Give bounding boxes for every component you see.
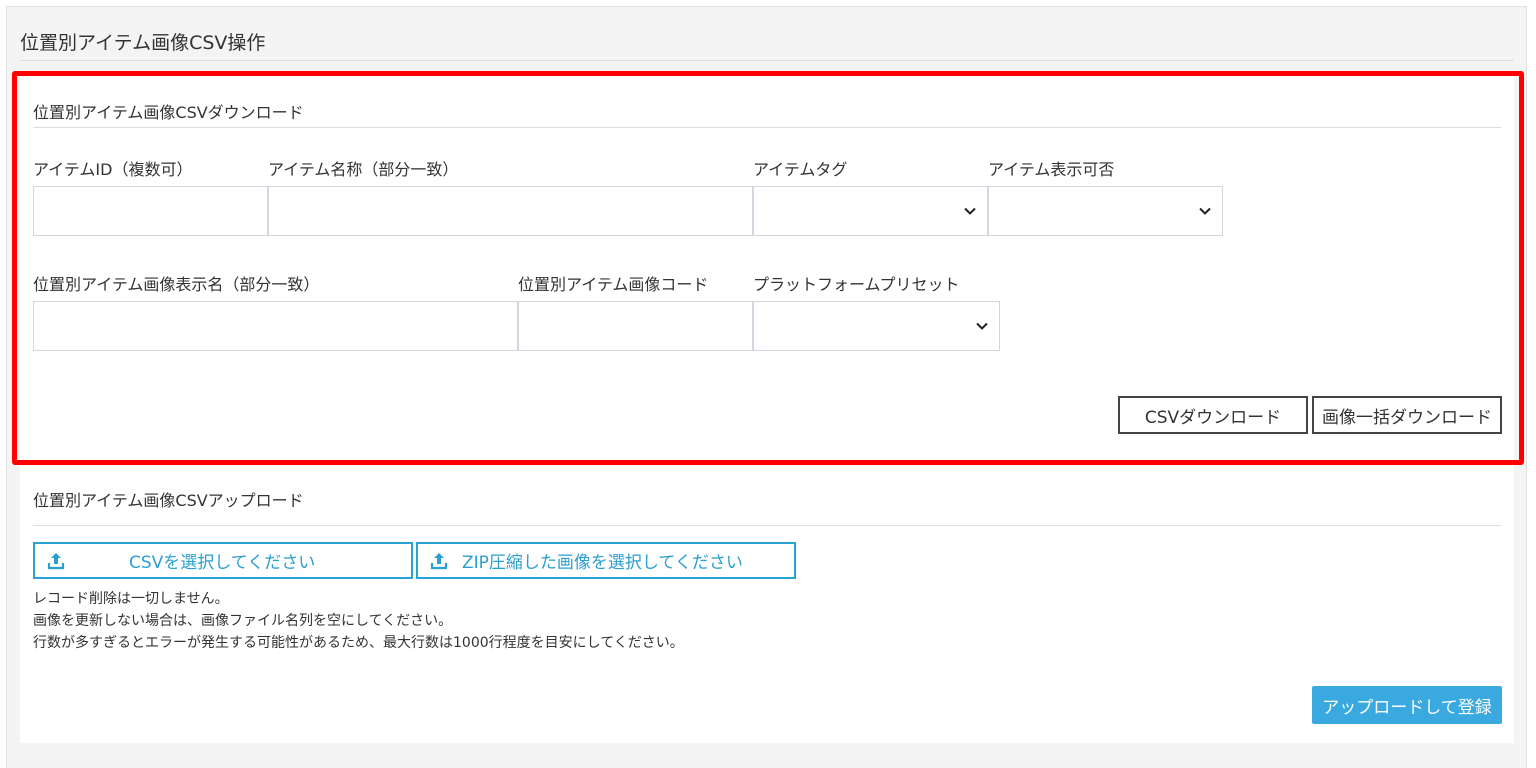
select-zip-label: ZIP圧縮した画像を選択してください bbox=[462, 553, 743, 573]
download-section-divider bbox=[33, 127, 1501, 128]
chevron-down-icon bbox=[976, 322, 988, 330]
image-code-input[interactable] bbox=[518, 301, 753, 351]
item-visibility-select[interactable] bbox=[988, 186, 1223, 236]
item-visibility-label: アイテム表示可否 bbox=[988, 160, 1115, 179]
title-divider bbox=[20, 60, 1514, 61]
chevron-down-icon bbox=[1199, 207, 1211, 215]
upload-note: 行数が多すぎるとエラーが発生する可能性があるため、最大行数は1000行程度を目安… bbox=[33, 635, 684, 651]
select-zip-button[interactable]: ZIP圧縮した画像を選択してください bbox=[416, 542, 796, 579]
item-id-label: アイテムID（複数可） bbox=[33, 160, 193, 179]
item-tag-label: アイテムタグ bbox=[753, 160, 848, 179]
upload-section-divider bbox=[33, 525, 1501, 526]
upload-icon bbox=[430, 553, 448, 570]
bulk-image-download-button[interactable]: 画像一括ダウンロード bbox=[1312, 396, 1502, 434]
upload-icon bbox=[47, 553, 65, 570]
download-section-title: 位置別アイテム画像CSVダウンロード bbox=[33, 103, 304, 122]
upload-register-button[interactable]: アップロードして登録 bbox=[1312, 686, 1502, 724]
chevron-down-icon bbox=[964, 207, 976, 215]
item-name-label: アイテム名称（部分一致） bbox=[268, 160, 459, 179]
platform-preset-select[interactable] bbox=[753, 301, 1000, 351]
platform-preset-label: プラットフォームプリセット bbox=[753, 275, 960, 294]
item-name-input[interactable] bbox=[268, 186, 753, 236]
item-id-input[interactable] bbox=[33, 186, 268, 236]
image-display-name-input[interactable] bbox=[33, 301, 518, 351]
image-code-label: 位置別アイテム画像コード bbox=[518, 275, 709, 294]
csv-download-button[interactable]: CSVダウンロード bbox=[1118, 396, 1308, 434]
upload-note: 画像を更新しない場合は、画像ファイル名列を空にしてください。 bbox=[33, 613, 453, 629]
image-display-name-label: 位置別アイテム画像表示名（部分一致） bbox=[33, 275, 320, 294]
select-csv-label: CSVを選択してください bbox=[129, 553, 316, 573]
item-tag-select[interactable] bbox=[753, 186, 988, 236]
select-csv-button[interactable]: CSVを選択してください bbox=[33, 542, 413, 579]
upload-note: レコード削除は一切しません。 bbox=[33, 591, 229, 607]
upload-section-title: 位置別アイテム画像CSVアップロード bbox=[33, 491, 304, 510]
page-title: 位置別アイテム画像CSV操作 bbox=[20, 32, 266, 54]
